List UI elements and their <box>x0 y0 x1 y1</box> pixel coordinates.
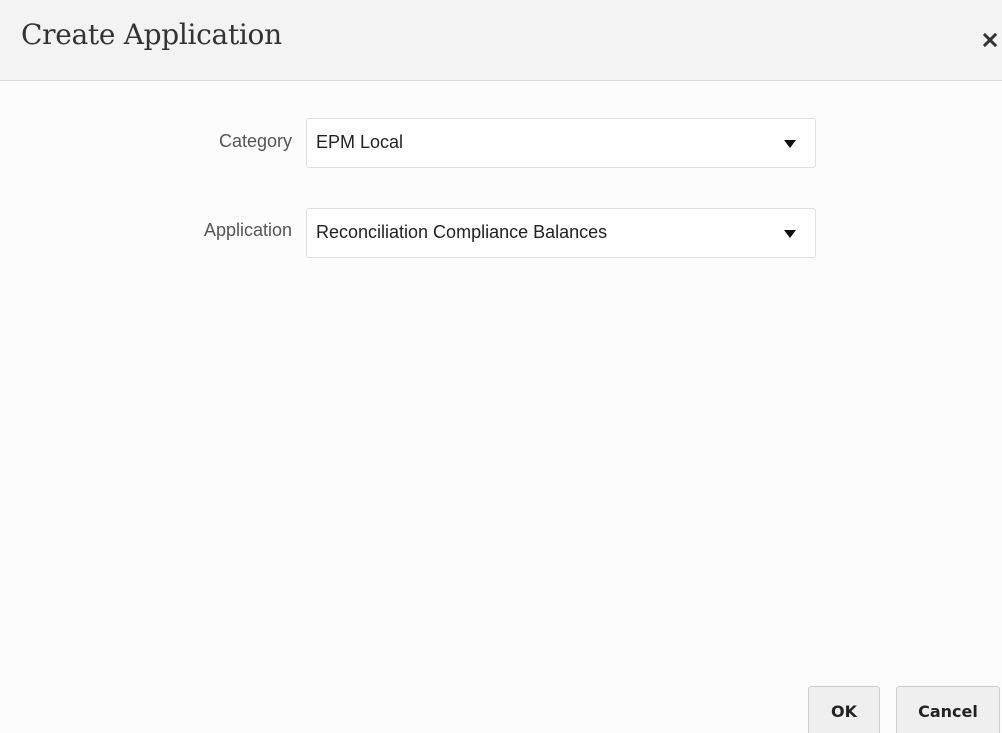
category-select[interactable]: EPM Local <box>306 118 816 168</box>
application-select-value: Reconciliation Compliance Balances <box>316 222 608 242</box>
chevron-down-icon <box>784 140 796 148</box>
dialog-header: Create Application <box>0 0 1002 81</box>
close-icon-glyph <box>982 32 998 48</box>
category-select-value: EPM Local <box>316 132 404 152</box>
cancel-button[interactable]: Cancel <box>896 686 1000 733</box>
close-icon[interactable] <box>980 30 1000 50</box>
ok-button[interactable]: OK <box>808 686 880 733</box>
dialog-title: Create Application <box>21 18 282 51</box>
create-application-dialog: Create Application Category EPM Local Ap… <box>0 0 1002 733</box>
application-label: Application <box>203 220 292 240</box>
chevron-down-icon <box>784 230 796 238</box>
category-label: Category <box>218 131 292 151</box>
application-select[interactable]: Reconciliation Compliance Balances <box>306 208 816 258</box>
